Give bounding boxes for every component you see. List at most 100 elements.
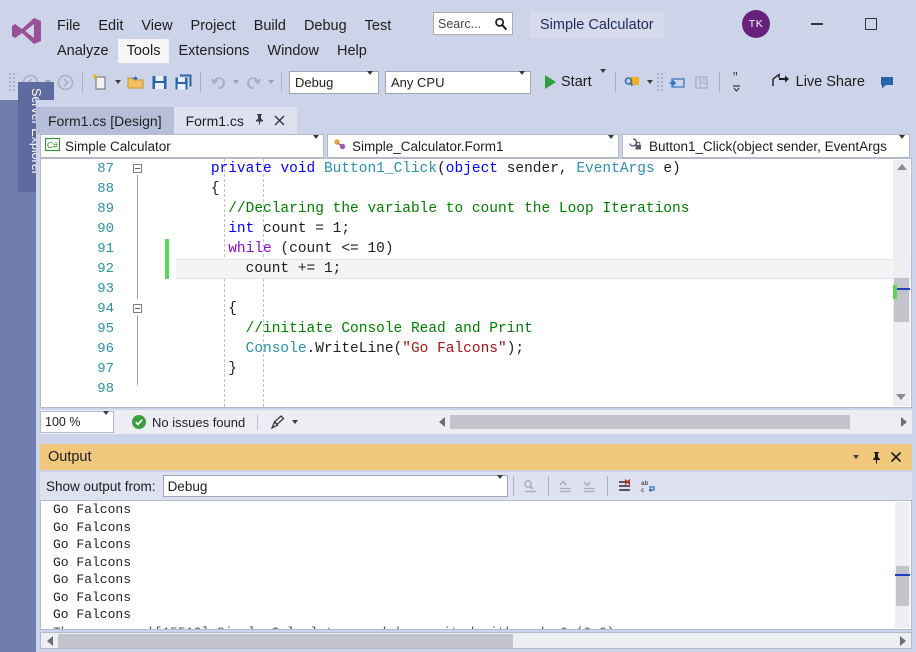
menu-item-edit[interactable]: Edit [89, 14, 132, 38]
clear-all-icon[interactable] [614, 475, 636, 497]
output-hscrollbar-thumb[interactable] [58, 634, 513, 648]
output-scroll-left-arrow[interactable] [41, 632, 58, 650]
redo-icon[interactable] [242, 71, 264, 93]
save-all-icon[interactable] [172, 71, 194, 93]
code-line[interactable]: private void Button1_Click(object sender… [176, 159, 911, 179]
configuration-dropdown[interactable]: Debug [289, 71, 379, 94]
code-line[interactable]: count += 1; [176, 259, 911, 279]
output-scrollbar-thumb[interactable] [896, 566, 909, 606]
toolbar-grip-2[interactable] [656, 72, 664, 92]
editor-vertical-scrollbar[interactable] [893, 160, 910, 406]
menu-item-window[interactable]: Window [258, 39, 328, 63]
navigate-forward-icon[interactable] [54, 71, 76, 93]
new-item-dropdown[interactable] [112, 71, 123, 93]
code-line[interactable]: while (count <= 10) [176, 239, 911, 259]
code-token: sender, [498, 161, 576, 177]
line-number: 88 [41, 179, 121, 199]
collapse-toggle-87[interactable] [133, 164, 142, 173]
code-line[interactable]: { [176, 299, 911, 319]
code-token: int [228, 221, 254, 237]
output-horizontal-scrollbar[interactable] [40, 632, 912, 649]
find-message-icon[interactable] [520, 475, 542, 497]
open-folder-icon[interactable] [124, 71, 146, 93]
menu-item-help[interactable]: Help [328, 39, 376, 63]
close-icon[interactable] [886, 447, 906, 467]
feedback-icon[interactable] [877, 71, 899, 93]
issues-status[interactable]: No issues found [132, 415, 245, 430]
chevron-down-icon [608, 139, 614, 154]
menu-item-test[interactable]: Test [356, 14, 401, 38]
hscrollbar-thumb[interactable] [450, 415, 850, 429]
code-line[interactable] [176, 379, 911, 399]
outlining-margin[interactable] [133, 159, 151, 407]
start-debug-button[interactable]: Start [539, 70, 610, 94]
toolbar-overflow-icon[interactable]: " [726, 71, 748, 93]
menu-item-analyze[interactable]: Analyze [48, 39, 118, 63]
tab-form1-design[interactable]: Form1.cs [Design] [36, 107, 174, 134]
menu-item-view[interactable]: View [132, 14, 181, 38]
close-icon[interactable] [274, 114, 285, 128]
menu-item-project[interactable]: Project [182, 14, 245, 38]
search-input[interactable]: Searc... [433, 12, 513, 35]
menu-item-file[interactable]: File [48, 14, 89, 38]
scroll-right-arrow[interactable] [895, 413, 912, 431]
save-icon[interactable] [148, 71, 170, 93]
code-line[interactable]: //initiate Console Read and Print [176, 319, 911, 339]
menu-bar-row-2: Analyze Tools Extensions Window Help [48, 38, 376, 64]
menu-bar-row-1: File Edit View Project Build Debug Test [48, 12, 400, 40]
properties-window-icon[interactable] [691, 71, 713, 93]
output-line: Go Falcons [41, 606, 911, 624]
pin-icon[interactable] [866, 447, 886, 467]
redo-dropdown[interactable] [265, 71, 276, 93]
output-scroll-right-arrow[interactable] [894, 632, 911, 650]
editor-tab-strip: Form1.cs [Design] Form1.cs [36, 107, 297, 134]
output-vertical-scrollbar[interactable] [895, 502, 910, 628]
start-dropdown[interactable] [600, 73, 606, 91]
code-cleanup-button[interactable] [270, 415, 298, 430]
go-to-previous-message-icon[interactable] [555, 475, 577, 497]
live-share-button[interactable]: Live Share [771, 72, 865, 93]
live-share-label: Live Share [796, 74, 865, 90]
menu-item-debug[interactable]: Debug [295, 14, 356, 38]
solution-explorer-icon[interactable] [667, 71, 689, 93]
scroll-up-arrow[interactable] [897, 164, 907, 170]
undo-icon[interactable] [207, 71, 229, 93]
code-token: count = [254, 221, 332, 237]
minimize-button[interactable] [802, 10, 832, 38]
type-dropdown[interactable]: Simple_Calculator.Form1 [327, 134, 619, 158]
window-menu-chevron-icon[interactable] [846, 447, 866, 467]
editor-horizontal-scrollbar[interactable] [433, 412, 912, 432]
code-line[interactable]: } [176, 359, 911, 379]
scroll-left-arrow[interactable] [433, 413, 450, 431]
go-to-next-message-icon[interactable] [579, 475, 601, 497]
zoom-level-dropdown[interactable]: 100 % [40, 411, 114, 433]
code-editor[interactable]: 878889909192939495969798 private void Bu… [40, 158, 912, 408]
tab-label: Form1.cs [186, 113, 244, 129]
menu-item-build[interactable]: Build [245, 14, 295, 38]
toolbar-grip[interactable] [8, 72, 16, 92]
project-dropdown[interactable]: C# Simple Calculator [40, 134, 324, 158]
code-line[interactable] [176, 279, 911, 299]
new-item-icon[interactable] [89, 71, 111, 93]
search-folder-icon[interactable] [622, 71, 644, 93]
code-line[interactable]: Console.WriteLine("Go Falcons"); [176, 339, 911, 359]
toggle-word-wrap-icon[interactable]: ab c [638, 475, 660, 497]
output-source-dropdown[interactable]: Debug [163, 475, 508, 497]
scroll-down-arrow[interactable] [896, 394, 906, 400]
code-line[interactable]: int count = 1; [176, 219, 911, 239]
menu-item-tools[interactable]: Tools [118, 39, 170, 63]
chevron-down-icon [313, 139, 319, 154]
code-line[interactable]: //Declaring the variable to count the Lo… [176, 199, 911, 219]
maximize-button[interactable] [856, 10, 886, 38]
collapse-toggle-94[interactable] [133, 304, 142, 313]
member-dropdown[interactable]: Button1_Click(object sender, EventArgs [622, 134, 910, 158]
avatar[interactable]: TK [742, 10, 770, 38]
menu-item-extensions[interactable]: Extensions [169, 39, 258, 63]
tab-form1-cs[interactable]: Form1.cs [174, 107, 297, 134]
undo-dropdown[interactable] [230, 71, 241, 93]
pin-icon[interactable] [254, 113, 265, 128]
platform-dropdown[interactable]: Any CPU [385, 71, 531, 94]
code-line[interactable]: { [176, 179, 911, 199]
output-text-area[interactable]: Go FalconsGo FalconsGo FalconsGo Falcons… [40, 500, 912, 630]
search-folder-dropdown[interactable] [645, 71, 656, 93]
